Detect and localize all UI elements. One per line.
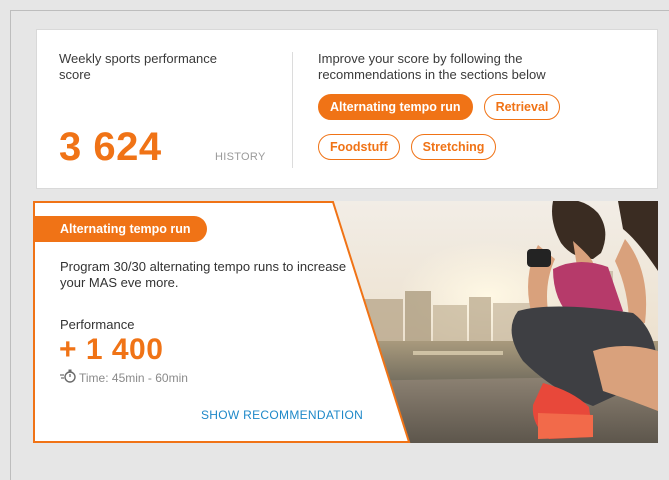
performance-label: Performance — [60, 317, 135, 332]
score-card: Weekly sports performance score 3 624 HI… — [36, 29, 658, 189]
stopwatch-icon — [60, 369, 76, 386]
history-link[interactable]: HISTORY — [215, 151, 266, 163]
improve-text: Improve your score by following the reco… — [318, 51, 546, 82]
window-border-left — [10, 10, 11, 480]
chip-row: Alternating tempo run Retrieval — [318, 94, 618, 120]
chip-stretching[interactable]: Stretching — [410, 134, 497, 160]
chip-retrieval[interactable]: Retrieval — [483, 94, 561, 120]
show-recommendation-link[interactable]: SHOW RECOMMENDATION — [201, 408, 363, 422]
time-row: Time: 45min - 60min — [60, 369, 188, 386]
recommendation-description: Program 30/30 alternating tempo runs to … — [60, 259, 347, 290]
score-value: 3 624 — [59, 125, 162, 169]
window-border-top — [10, 10, 669, 11]
performance-value: + 1 400 — [59, 333, 164, 366]
vertical-divider — [292, 52, 293, 168]
recommendation-card: Alternating tempo run Program 30/30 alte… — [33, 201, 658, 443]
chip-row: Foodstuff Stretching — [318, 134, 618, 160]
recommendation-badge: Alternating tempo run — [33, 216, 207, 242]
time-text: Time: 45min - 60min — [79, 370, 188, 385]
recommendation-chips: Alternating tempo run Retrieval Foodstuf… — [318, 94, 618, 174]
chip-foodstuff[interactable]: Foodstuff — [318, 134, 400, 160]
chip-alternating-tempo-run[interactable]: Alternating tempo run — [318, 94, 473, 120]
score-title: Weekly sports performance score — [59, 51, 217, 82]
